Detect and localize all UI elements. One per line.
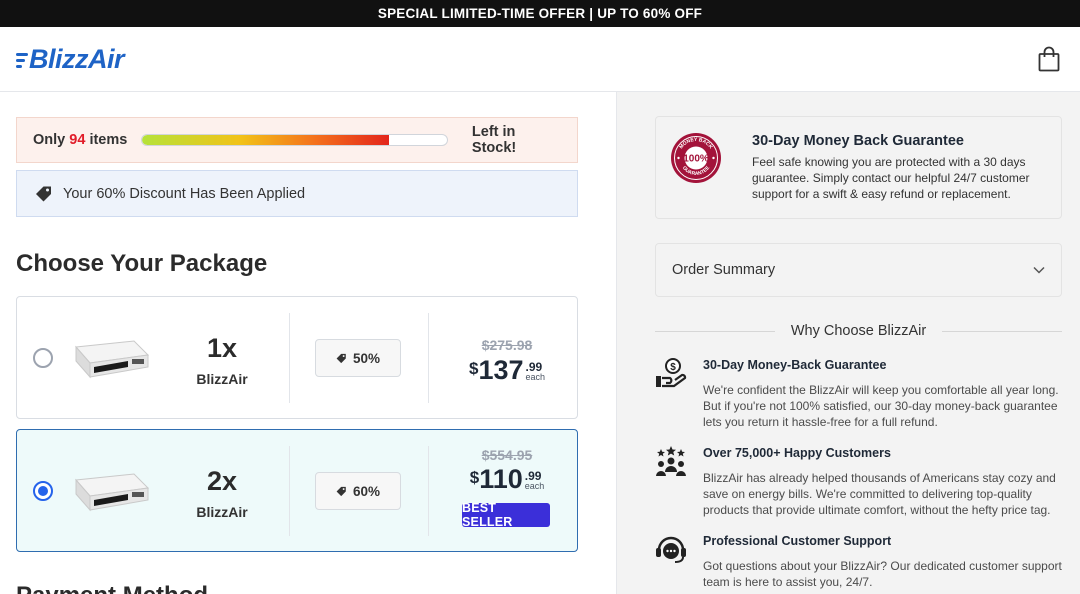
- brand-logo[interactable]: BlizzAir: [16, 43, 125, 75]
- package-radio[interactable]: [33, 348, 53, 368]
- feature-title: Professional Customer Support: [703, 534, 892, 548]
- stock-right-text: Left in Stock!: [471, 124, 517, 156]
- stock-suffix: items: [89, 132, 128, 148]
- left-column: Only 94 items Left in Stock! Your 60% Di…: [0, 92, 616, 594]
- discount-text: Your 60% Discount Has Been Applied: [63, 185, 306, 202]
- guarantee-title: 30-Day Money Back Guarantee: [752, 133, 964, 149]
- package-option-2x[interactable]: 2x BlizzAir 60% $554.95 $110.99 each BEST…: [16, 429, 578, 552]
- package-original-price: $275.98: [481, 337, 533, 353]
- currency-symbol: $: [468, 359, 479, 378]
- feature-title: Over 75,000+ Happy Customers: [703, 446, 891, 460]
- best-seller-badge: BEST SELLER: [462, 501, 550, 529]
- why-choose-heading: Why Choose BlizzAir: [655, 321, 1062, 341]
- package-discount-pill: 60%: [315, 472, 401, 510]
- package-qty: 2x: [206, 466, 238, 496]
- price-whole: 110: [479, 464, 523, 494]
- stock-prefix: Only: [33, 132, 66, 148]
- package-product-name: BlizzAir: [196, 504, 248, 520]
- divider: [942, 330, 1062, 332]
- site-header: BlizzAir: [0, 27, 1080, 92]
- order-summary-label: Order Summary: [672, 262, 776, 278]
- choose-package-title: Choose Your Package: [16, 250, 268, 277]
- right-column: MONEY BACK GUARANTEE 100% 30-Day Money B…: [616, 92, 1080, 594]
- promo-banner: SPECIAL LIMITED-TIME OFFER | UP TO 60% O…: [0, 0, 1080, 27]
- order-summary-toggle[interactable]: Order Summary: [655, 243, 1062, 297]
- price-whole: 137: [478, 355, 524, 385]
- stock-indicator: Only 94 items Left in Stock!: [16, 117, 578, 163]
- feature-text: We're confident the BlizzAir will keep y…: [703, 383, 1059, 429]
- logo-text: BlizzAir: [29, 43, 125, 74]
- support-headset-icon: [656, 536, 686, 563]
- package-product-name: BlizzAir: [196, 371, 248, 387]
- divider: [428, 446, 429, 536]
- discount-applied-banner: Your 60% Discount Has Been Applied: [16, 170, 578, 217]
- money-back-seal-icon: MONEY BACK GUARANTEE 100%: [671, 133, 721, 183]
- package-price: $110.99 each: [437, 464, 577, 495]
- svg-text:100%: 100%: [683, 154, 709, 165]
- stock-count: 94: [69, 132, 86, 148]
- logo-speed-lines-icon: [16, 52, 28, 68]
- package-option-1x[interactable]: 1x BlizzAir 50% $275.98 $137.99 each: [16, 296, 578, 419]
- divider: [289, 446, 290, 536]
- guarantee-text: Feel safe knowing you are protected with…: [752, 155, 1030, 201]
- package-radio-selected[interactable]: [33, 481, 53, 501]
- why-choose-title: Why Choose BlizzAir: [790, 323, 927, 339]
- tag-icon: [336, 486, 346, 496]
- package-qty: 1x: [206, 333, 238, 363]
- svg-text:$: $: [670, 362, 676, 373]
- money-back-guarantee-card: MONEY BACK GUARANTEE 100% 30-Day Money B…: [655, 116, 1062, 219]
- package-original-price: $554.95: [481, 447, 533, 463]
- divider: [428, 313, 429, 403]
- feature-title: 30-Day Money-Back Guarantee: [703, 358, 887, 372]
- price-each: each: [524, 481, 545, 491]
- currency-symbol: $: [469, 468, 480, 487]
- price-each: each: [525, 372, 546, 382]
- tag-icon: [36, 186, 51, 201]
- stock-progress-fill: [142, 135, 390, 145]
- chevron-down-icon: [1033, 266, 1045, 274]
- promo-text: SPECIAL LIMITED-TIME OFFER | UP TO 60% O…: [377, 6, 703, 21]
- payment-method-title: Payment Method: [16, 582, 208, 594]
- feature-text: Got questions about your BlizzAir? Our d…: [703, 559, 1062, 589]
- feature-text: BlizzAir has already helped thousands of…: [703, 471, 1056, 517]
- product-image: [74, 340, 150, 379]
- money-hand-icon: $: [656, 358, 687, 388]
- product-image: [74, 473, 150, 512]
- customers-stars-icon: [656, 446, 686, 476]
- package-discount: 60%: [352, 483, 381, 499]
- tag-icon: [336, 353, 346, 363]
- stock-progress-bar: [141, 134, 448, 146]
- package-price: $137.99 each: [437, 355, 577, 386]
- package-discount-pill: 50%: [315, 339, 401, 377]
- shopping-bag-icon[interactable]: [1038, 46, 1060, 72]
- divider: [655, 330, 775, 332]
- package-discount: 50%: [352, 350, 381, 366]
- divider: [289, 313, 290, 403]
